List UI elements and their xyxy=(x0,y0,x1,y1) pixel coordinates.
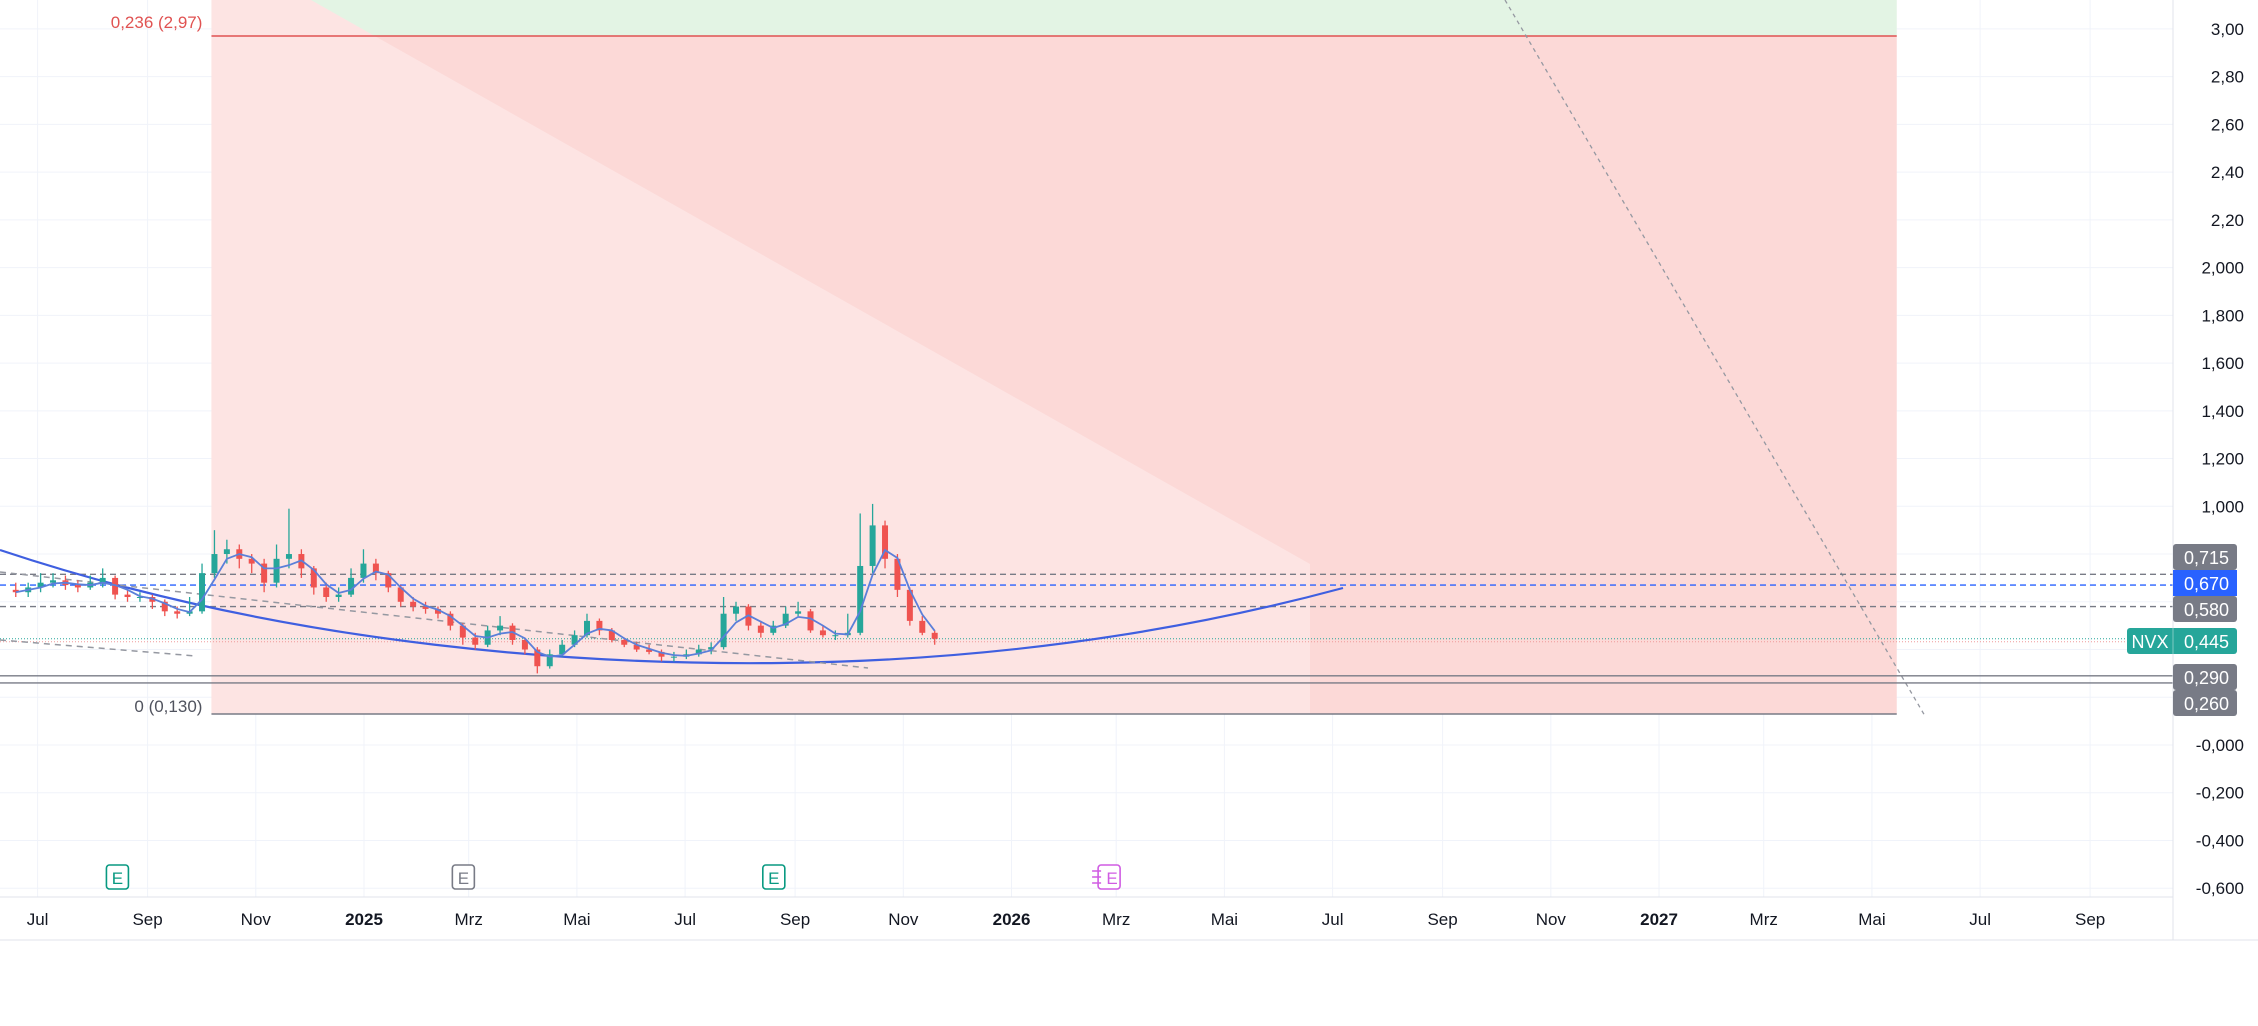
candle-body xyxy=(670,656,677,658)
price-axis-label[interactable]: 1,200 xyxy=(2201,450,2244,469)
time-axis-label[interactable]: Mai xyxy=(1858,910,1885,929)
time-axis-label[interactable]: Sep xyxy=(780,910,810,929)
candle-body xyxy=(199,573,206,612)
price-axis-label[interactable]: -0,600 xyxy=(2196,879,2244,898)
earnings-label: E xyxy=(1106,869,1117,888)
candle-body xyxy=(211,554,218,574)
price-axis-label[interactable]: 1,600 xyxy=(2201,354,2244,373)
price-axis-label[interactable]: 2,40 xyxy=(2211,163,2244,182)
price-axis-label[interactable]: 2,60 xyxy=(2211,115,2244,134)
time-axis-label[interactable]: Sep xyxy=(132,910,162,929)
price-tag: 0,260 xyxy=(2173,690,2237,716)
candle-body xyxy=(832,635,839,637)
price-axis-label[interactable]: -0,000 xyxy=(2196,736,2244,755)
candle-body xyxy=(50,580,57,583)
time-axis-label[interactable]: Nov xyxy=(1536,910,1567,929)
price-tag-label: 0,260 xyxy=(2184,694,2229,714)
candle-body xyxy=(733,606,740,614)
time-axis-label[interactable]: Mai xyxy=(563,910,590,929)
candle-body xyxy=(472,637,479,645)
candle-body xyxy=(931,632,938,639)
candle-body xyxy=(869,525,876,566)
candle-body xyxy=(223,549,230,555)
earnings-label: E xyxy=(458,869,469,888)
candle-body xyxy=(348,577,355,595)
time-axis-label[interactable]: Nov xyxy=(888,910,919,929)
candle-body xyxy=(360,563,367,578)
candle-body xyxy=(174,611,181,614)
time-axis-label[interactable]: 2025 xyxy=(345,910,383,929)
time-axis-label[interactable]: Jul xyxy=(674,910,696,929)
candle-body xyxy=(857,565,864,633)
candle-body xyxy=(720,613,727,648)
candle-body xyxy=(273,558,280,583)
earnings-label: E xyxy=(768,869,779,888)
candle-body xyxy=(621,639,628,645)
candle-body xyxy=(124,594,131,598)
symbol-label: NVX xyxy=(2131,632,2168,652)
fib-level-label: 0,236 (2,97) xyxy=(111,13,203,32)
time-axis-label[interactable]: Nov xyxy=(241,910,272,929)
price-tags: 0,715 0,670 0,580 0,290 0,260 NVX 0,445 xyxy=(2127,544,2237,716)
candle-body xyxy=(497,625,504,631)
last-price-tag: NVX 0,445 xyxy=(2127,628,2237,654)
price-tag-label: 0,715 xyxy=(2184,548,2229,568)
price-tag-label: 0,290 xyxy=(2184,668,2229,688)
price-tag: 0,290 xyxy=(2173,664,2237,690)
price-axis-label[interactable]: 3,00 xyxy=(2211,20,2244,39)
candle-body xyxy=(757,625,764,633)
time-axis-label[interactable]: Jul xyxy=(1969,910,1991,929)
fib-retracement[interactable]: 0,236 (2,97) 0 (0,130) xyxy=(111,0,1926,717)
price-axis-label[interactable]: 2,80 xyxy=(2211,68,2244,87)
time-axis-label[interactable]: Mrz xyxy=(1750,910,1778,929)
price-tag: 0,580 xyxy=(2173,596,2237,622)
candle-body xyxy=(410,601,417,607)
fib-zone-green xyxy=(211,0,1897,37)
earnings-label: E xyxy=(112,869,123,888)
time-axis-label[interactable]: Mai xyxy=(1211,910,1238,929)
time-axis-label[interactable]: Jul xyxy=(1322,910,1344,929)
fib-level-label: 0 (0,130) xyxy=(134,697,202,716)
earnings-markers[interactable]: EEEE xyxy=(105,864,1121,890)
candle-body xyxy=(323,587,330,598)
time-axis-label[interactable]: Sep xyxy=(1427,910,1457,929)
price-tag-label: 0,580 xyxy=(2184,600,2229,620)
candle-body xyxy=(795,611,802,614)
price-axis-label[interactable]: -0,200 xyxy=(2196,784,2244,803)
price-tag-label: 0,670 xyxy=(2184,574,2229,594)
price-tag: 0,670 xyxy=(2173,570,2237,596)
price-axis-label[interactable]: 1,000 xyxy=(2201,497,2244,516)
time-axis-label[interactable]: 2026 xyxy=(993,910,1031,929)
candle-body xyxy=(74,585,81,588)
candle-body xyxy=(919,620,926,633)
price-axis-label[interactable]: 1,400 xyxy=(2201,402,2244,421)
trend-line[interactable] xyxy=(0,639,197,657)
price-axis-label[interactable]: 1,800 xyxy=(2201,306,2244,325)
candle-body xyxy=(807,611,814,631)
candle-body xyxy=(335,594,342,598)
candle-body xyxy=(819,630,826,636)
price-axis-label[interactable]: 2,20 xyxy=(2211,211,2244,230)
time-axis-label[interactable]: Sep xyxy=(2075,910,2105,929)
time-axis-label[interactable]: Mrz xyxy=(455,910,483,929)
time-axis-label[interactable]: 2027 xyxy=(1640,910,1678,929)
price-axis-label[interactable]: -0,400 xyxy=(2196,831,2244,850)
price-chart[interactable]: 0,236 (2,97) 0 (0,130) E E E E 3,00 2,80 2,60 2… xyxy=(0,0,2258,1026)
time-axis-label[interactable]: Jul xyxy=(27,910,49,929)
time-axis-label[interactable]: Mrz xyxy=(1102,910,1130,929)
price-axis-label[interactable]: 2,000 xyxy=(2201,259,2244,278)
price-tag: 0,715 xyxy=(2173,544,2237,570)
last-price-label: 0,445 xyxy=(2184,632,2229,652)
candle-body xyxy=(285,554,292,559)
